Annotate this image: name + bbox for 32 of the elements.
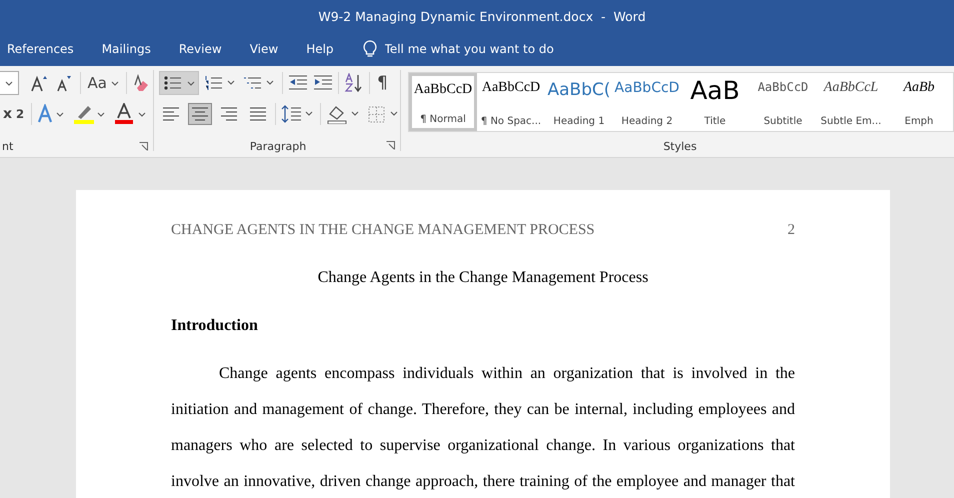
- group-label: Paragraph: [250, 140, 306, 152]
- caret-icon: [111, 80, 119, 86]
- section-heading: Introduction: [171, 317, 258, 334]
- running-header: CHANGE AGENTS IN THE CHANGE MANAGEMENT PROCESS: [171, 221, 595, 240]
- style-option[interactable]: AaBbCcD ¶ Normal: [409, 73, 477, 131]
- tell-me-search[interactable]: Tell me what you want to do: [362, 40, 585, 58]
- change-case-button[interactable]: Aa: [86, 74, 121, 92]
- dialog-launcher-icon[interactable]: [386, 141, 395, 150]
- ribbon-tab[interactable]: Review: [172, 35, 230, 63]
- dialog-launcher-icon[interactable]: [139, 142, 148, 150]
- align-center-button[interactable]: [188, 103, 212, 125]
- window-title: W9-2 Managing Dynamic Environment.docx - Word: [317, 8, 646, 24]
- caret-icon: [4, 80, 13, 86]
- sort-icon[interactable]: [344, 73, 364, 93]
- ribbon-tab[interactable]: Mailings: [94, 35, 159, 63]
- document-title: Change Agents in the Change Management Process: [318, 269, 648, 286]
- group-label: nt: [2, 140, 14, 152]
- ribbon-tab[interactable]: Help: [299, 35, 342, 63]
- bullets-button[interactable]: [159, 71, 199, 95]
- line-spacing-icon[interactable]: [281, 104, 315, 124]
- page-number: 2: [788, 221, 795, 240]
- caret-icon: [187, 80, 195, 86]
- show-formatting-button[interactable]: ¶: [375, 73, 390, 93]
- decrease-indent-icon[interactable]: [288, 75, 308, 91]
- lightbulb-icon: [362, 40, 377, 58]
- bullet-list-icon: [163, 75, 183, 91]
- group-label: Styles: [663, 140, 697, 152]
- ribbon-tab[interactable]: References: [0, 35, 82, 63]
- increase-indent-icon[interactable]: [313, 75, 333, 91]
- grow-font-icon[interactable]: [30, 74, 50, 92]
- ribbon-tab[interactable]: View: [242, 35, 286, 63]
- body-paragraph: Change agents encompass individuals within an organization that is involved in the initiation and management of change. Therefore, they can be internal, including employees and managers who are selected to supervise organizational change. In various organizations that involve an innovative, driven change approach, there training of the employee and manager that: [171, 364, 795, 492]
